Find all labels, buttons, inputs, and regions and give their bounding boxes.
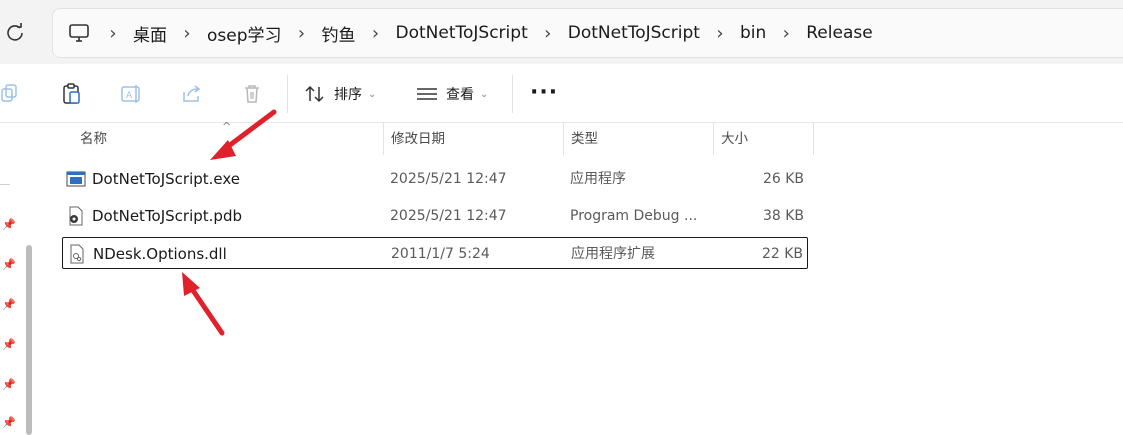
pin-icon[interactable]: 📌: [2, 298, 16, 311]
red-arrow-to-dll: [182, 272, 225, 336]
column-separator[interactable]: [563, 123, 564, 155]
chevron-right-icon[interactable]: ›: [706, 23, 734, 44]
chevron-right-icon[interactable]: ›: [534, 23, 562, 44]
column-header-name[interactable]: 名称: [80, 123, 107, 155]
column-header-size[interactable]: 大小: [721, 123, 748, 155]
nav-scrollbar[interactable]: [26, 245, 32, 435]
more-options-icon[interactable]: ···: [530, 82, 558, 104]
sort-ascending-icon: ^: [222, 120, 232, 133]
sort-button[interactable]: 排序 ⌄: [304, 79, 376, 109]
command-bar: A 排序 ⌄ 查看 ⌄ ···: [0, 65, 1123, 123]
copy-icon[interactable]: [0, 82, 24, 106]
chevron-right-icon[interactable]: ›: [772, 23, 800, 44]
chevron-right-icon[interactable]: ›: [173, 23, 201, 44]
dll-file-icon: [67, 244, 87, 264]
breadcrumb-item-dotnettojscript-sub[interactable]: DotNetToJScript: [562, 23, 706, 43]
file-size: 22 KB: [761, 246, 803, 262]
this-pc-icon[interactable]: [67, 21, 91, 45]
view-button[interactable]: 查看 ⌄: [416, 79, 488, 109]
column-separator[interactable]: [383, 123, 384, 155]
file-size: 38 KB: [762, 208, 804, 224]
svg-text:A: A: [126, 91, 133, 101]
paste-icon[interactable]: [60, 82, 84, 106]
file-row[interactable]: DotNetToJScript.pdb 2025/5/21 12:47 Prog…: [62, 200, 808, 232]
pdb-file-icon: [66, 206, 86, 226]
breadcrumb: › 桌面 › osep学习 › 钓鱼 › DotNetToJScript › D…: [99, 21, 879, 46]
file-date: 2025/5/21 12:47: [390, 171, 507, 187]
view-label: 查看: [446, 87, 474, 103]
file-row-selected[interactable]: NDesk.Options.dll 2011/1/7 5:24 应用程序扩展 2…: [62, 237, 808, 269]
rename-icon[interactable]: A: [120, 82, 144, 106]
file-type: 应用程序: [570, 171, 626, 187]
delete-icon[interactable]: [240, 82, 264, 106]
share-icon[interactable]: [180, 82, 204, 106]
pin-icon[interactable]: 📌: [2, 338, 16, 351]
address-bar-area: › 桌面 › osep学习 › 钓鱼 › DotNetToJScript › D…: [0, 0, 1123, 64]
column-separator[interactable]: [713, 123, 714, 155]
file-date: 2011/1/7 5:24: [391, 246, 490, 262]
breadcrumb-item-bin[interactable]: bin: [734, 23, 772, 43]
file-name: NDesk.Options.dll: [93, 245, 227, 263]
refresh-icon[interactable]: [4, 22, 26, 44]
breadcrumb-item-phishing[interactable]: 钓鱼: [316, 21, 362, 46]
pin-icon[interactable]: 📌: [2, 258, 16, 271]
breadcrumb-item-desktop[interactable]: 桌面: [127, 21, 173, 46]
chevron-right-icon[interactable]: ›: [288, 23, 316, 44]
column-header-type[interactable]: 类型: [571, 123, 598, 155]
nav-divider: [0, 184, 10, 185]
column-separator[interactable]: [813, 123, 814, 155]
address-bar[interactable]: › 桌面 › osep学习 › 钓鱼 › DotNetToJScript › D…: [52, 8, 1123, 58]
toolbar-divider: [287, 75, 288, 113]
breadcrumb-item-release[interactable]: Release: [800, 23, 878, 43]
toolbar-divider: [512, 75, 513, 113]
chevron-down-icon: ⌄: [480, 88, 489, 100]
chevron-right-icon[interactable]: ›: [99, 23, 127, 44]
chevron-down-icon: ⌄: [368, 88, 377, 100]
file-type: 应用程序扩展: [571, 246, 655, 262]
column-header-date[interactable]: 修改日期: [391, 123, 445, 155]
file-name: DotNetToJScript.pdb: [92, 207, 242, 225]
breadcrumb-item-dotnettojscript[interactable]: DotNetToJScript: [390, 23, 534, 43]
sort-icon: [304, 83, 326, 105]
file-name: DotNetToJScript.exe: [92, 170, 241, 188]
pin-icon[interactable]: 📌: [2, 218, 16, 231]
pin-icon[interactable]: 📌: [2, 416, 16, 429]
breadcrumb-item-osep[interactable]: osep学习: [201, 21, 288, 46]
file-date: 2025/5/21 12:47: [390, 208, 507, 224]
file-size: 26 KB: [762, 171, 804, 187]
exe-file-icon: [66, 169, 86, 189]
file-row[interactable]: DotNetToJScript.exe 2025/5/21 12:47 应用程序…: [62, 163, 808, 195]
view-list-icon: [416, 83, 438, 105]
pin-icon[interactable]: 📌: [2, 378, 16, 391]
chevron-right-icon[interactable]: ›: [362, 23, 390, 44]
file-type: Program Debug ...: [570, 208, 698, 224]
sort-label: 排序: [334, 87, 362, 103]
